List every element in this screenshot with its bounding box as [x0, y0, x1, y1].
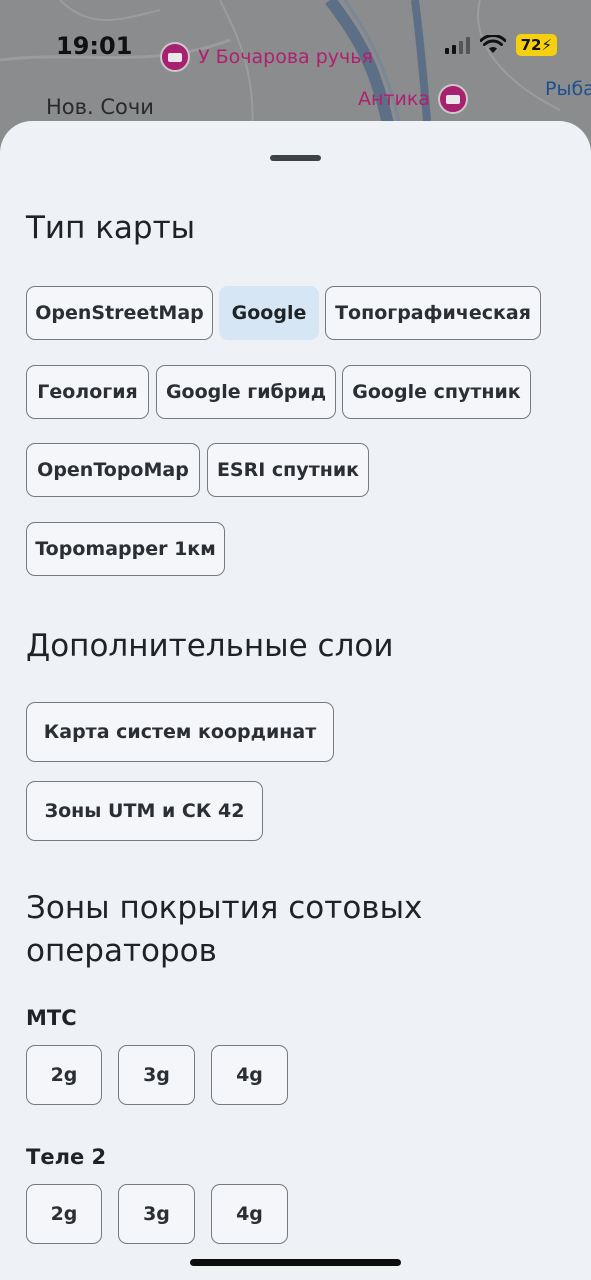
- map-poi-antika[interactable]: Антика: [358, 84, 468, 114]
- mts-2g-toggle[interactable]: 2g: [26, 1045, 102, 1105]
- map-type-google-hybrid[interactable]: Google гибрид: [156, 365, 336, 419]
- operator-tele2-label: Теле 2: [26, 1145, 107, 1169]
- map-poi-label: Антика: [358, 88, 430, 110]
- map-poi-bocharov[interactable]: У Бочарова ручья: [160, 42, 373, 72]
- cellular-signal-icon: [444, 36, 470, 54]
- map-district-label: Нов. Сочи: [46, 95, 154, 119]
- layers-sheet: Тип карты OpenStreetMap Google Топографи…: [0, 121, 591, 1280]
- map-edge-label: Рыба: [545, 78, 591, 100]
- hotel-icon: [437, 84, 468, 114]
- home-indicator[interactable]: [190, 1259, 401, 1266]
- battery-icon: 72⚡: [515, 34, 557, 56]
- map-type-esri-satellite[interactable]: ESRI спутник: [207, 443, 369, 497]
- mts-3g-toggle[interactable]: 3g: [118, 1045, 195, 1105]
- coverage-heading: Зоны покрытия сотовых операторов: [26, 887, 422, 973]
- extra-layers-heading: Дополнительные слои: [26, 628, 394, 664]
- layer-coordinate-systems[interactable]: Карта систем координат: [26, 702, 334, 762]
- coverage-heading-line2: операторов: [26, 933, 217, 969]
- operator-mts-label: МТС: [26, 1006, 77, 1030]
- sheet-drag-handle[interactable]: [270, 155, 321, 161]
- map-type-topographic[interactable]: Топографическая: [325, 286, 541, 340]
- map-type-geology[interactable]: Геология: [26, 365, 149, 419]
- map-type-osm[interactable]: OpenStreetMap: [26, 286, 213, 340]
- mts-4g-toggle[interactable]: 4g: [211, 1045, 288, 1105]
- map-type-google[interactable]: Google: [219, 286, 319, 340]
- map-type-opentopomap[interactable]: OpenTopoMap: [26, 443, 200, 497]
- battery-level: 72: [520, 36, 542, 54]
- hotel-icon: [160, 42, 190, 72]
- status-indicators: 72⚡: [444, 34, 557, 56]
- tele2-3g-toggle[interactable]: 3g: [118, 1184, 195, 1244]
- wifi-icon: [479, 35, 506, 53]
- layer-utm-sk42[interactable]: Зоны UTM и СК 42: [26, 781, 263, 841]
- coverage-heading-line1: Зоны покрытия сотовых: [26, 890, 423, 926]
- map-type-google-satellite[interactable]: Google спутник: [342, 365, 531, 419]
- tele2-4g-toggle[interactable]: 4g: [211, 1184, 288, 1244]
- map-type-heading: Тип карты: [26, 210, 196, 246]
- tele2-2g-toggle[interactable]: 2g: [26, 1184, 102, 1244]
- charging-bolt-icon: ⚡: [541, 36, 552, 54]
- map-poi-label: У Бочарова ручья: [198, 46, 373, 68]
- map-type-topomapper[interactable]: Topomapper 1км: [26, 522, 225, 576]
- status-time: 19:01: [56, 32, 133, 60]
